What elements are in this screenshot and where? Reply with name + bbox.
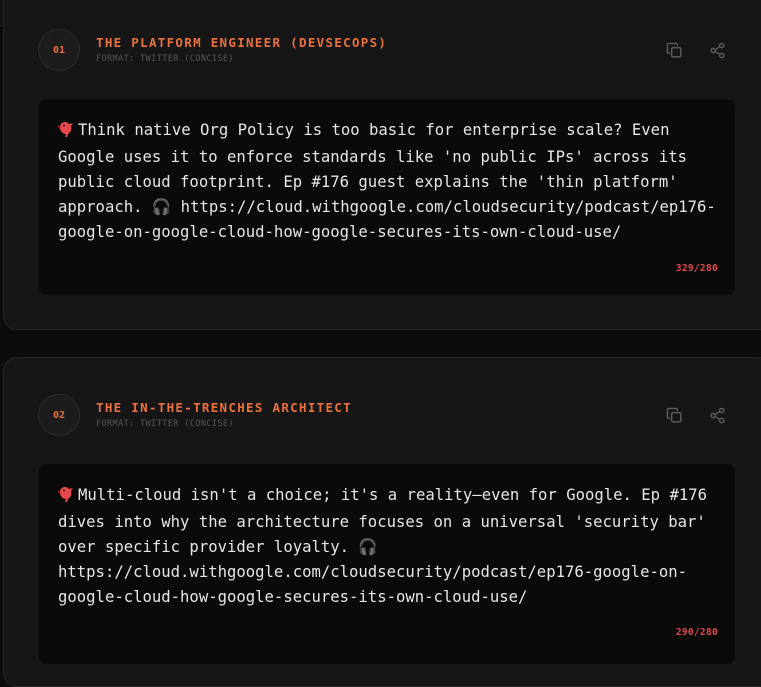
character-count: 290/280: [675, 627, 718, 638]
persona-card: 01 THE PLATFORM ENGINEER (DEVSECOPS) FOR…: [3, 0, 761, 330]
post-line: dives into why the architecture focuses …: [58, 513, 706, 531]
post-line: Think native Org Policy is too basic for…: [78, 121, 670, 139]
persona-title: THE PLATFORM ENGINEER (DEVSECOPS): [96, 35, 388, 50]
copy-button[interactable]: [663, 39, 685, 61]
post-text: Multi-cloud isn't a choice; it's a reali…: [57, 483, 728, 610]
post-line: google-cloud-how-google-secures-its-own-…: [58, 588, 528, 606]
card-index-badge: 02: [38, 394, 80, 436]
character-count: 329/280: [675, 263, 718, 274]
post-line: https://cloud.withgoogle.com/cloudsecuri…: [58, 563, 688, 581]
post-preview[interactable]: Multi-cloud isn't a choice; it's a reali…: [39, 464, 735, 664]
post-line: approach. 🎧 https://cloud.withgoogle.com…: [58, 198, 716, 216]
copy-button[interactable]: [663, 404, 685, 426]
post-line: Multi-cloud isn't a choice; it's a reali…: [78, 486, 708, 504]
share-icon: [709, 407, 725, 423]
persona-title: THE IN-THE-TRENCHES ARCHITECT: [96, 400, 352, 415]
card-index-badge: 01: [38, 29, 80, 71]
share-icon: [709, 42, 725, 58]
copy-icon: [666, 42, 682, 58]
post-line: public cloud footprint. Ep #176 guest ex…: [58, 173, 678, 191]
share-button[interactable]: [706, 39, 728, 61]
bird-icon: [57, 485, 76, 510]
post-line: Google uses it to enforce standards like…: [58, 148, 688, 166]
bird-icon: [57, 120, 76, 145]
persona-card: 02 THE IN-THE-TRENCHES ARCHITECT FORMAT:…: [3, 357, 761, 687]
format-label: FORMAT: TWITTER (CONCISE): [96, 54, 234, 64]
copy-icon: [666, 407, 682, 423]
share-button[interactable]: [706, 404, 728, 426]
post-text: Think native Org Policy is too basic for…: [57, 118, 728, 245]
post-line: over specific provider loyalty. 🎧: [58, 538, 378, 556]
post-line: google-on-google-cloud-how-google-secure…: [58, 223, 622, 241]
post-preview[interactable]: Think native Org Policy is too basic for…: [39, 99, 735, 295]
format-label: FORMAT: TWITTER (CONCISE): [96, 419, 234, 429]
